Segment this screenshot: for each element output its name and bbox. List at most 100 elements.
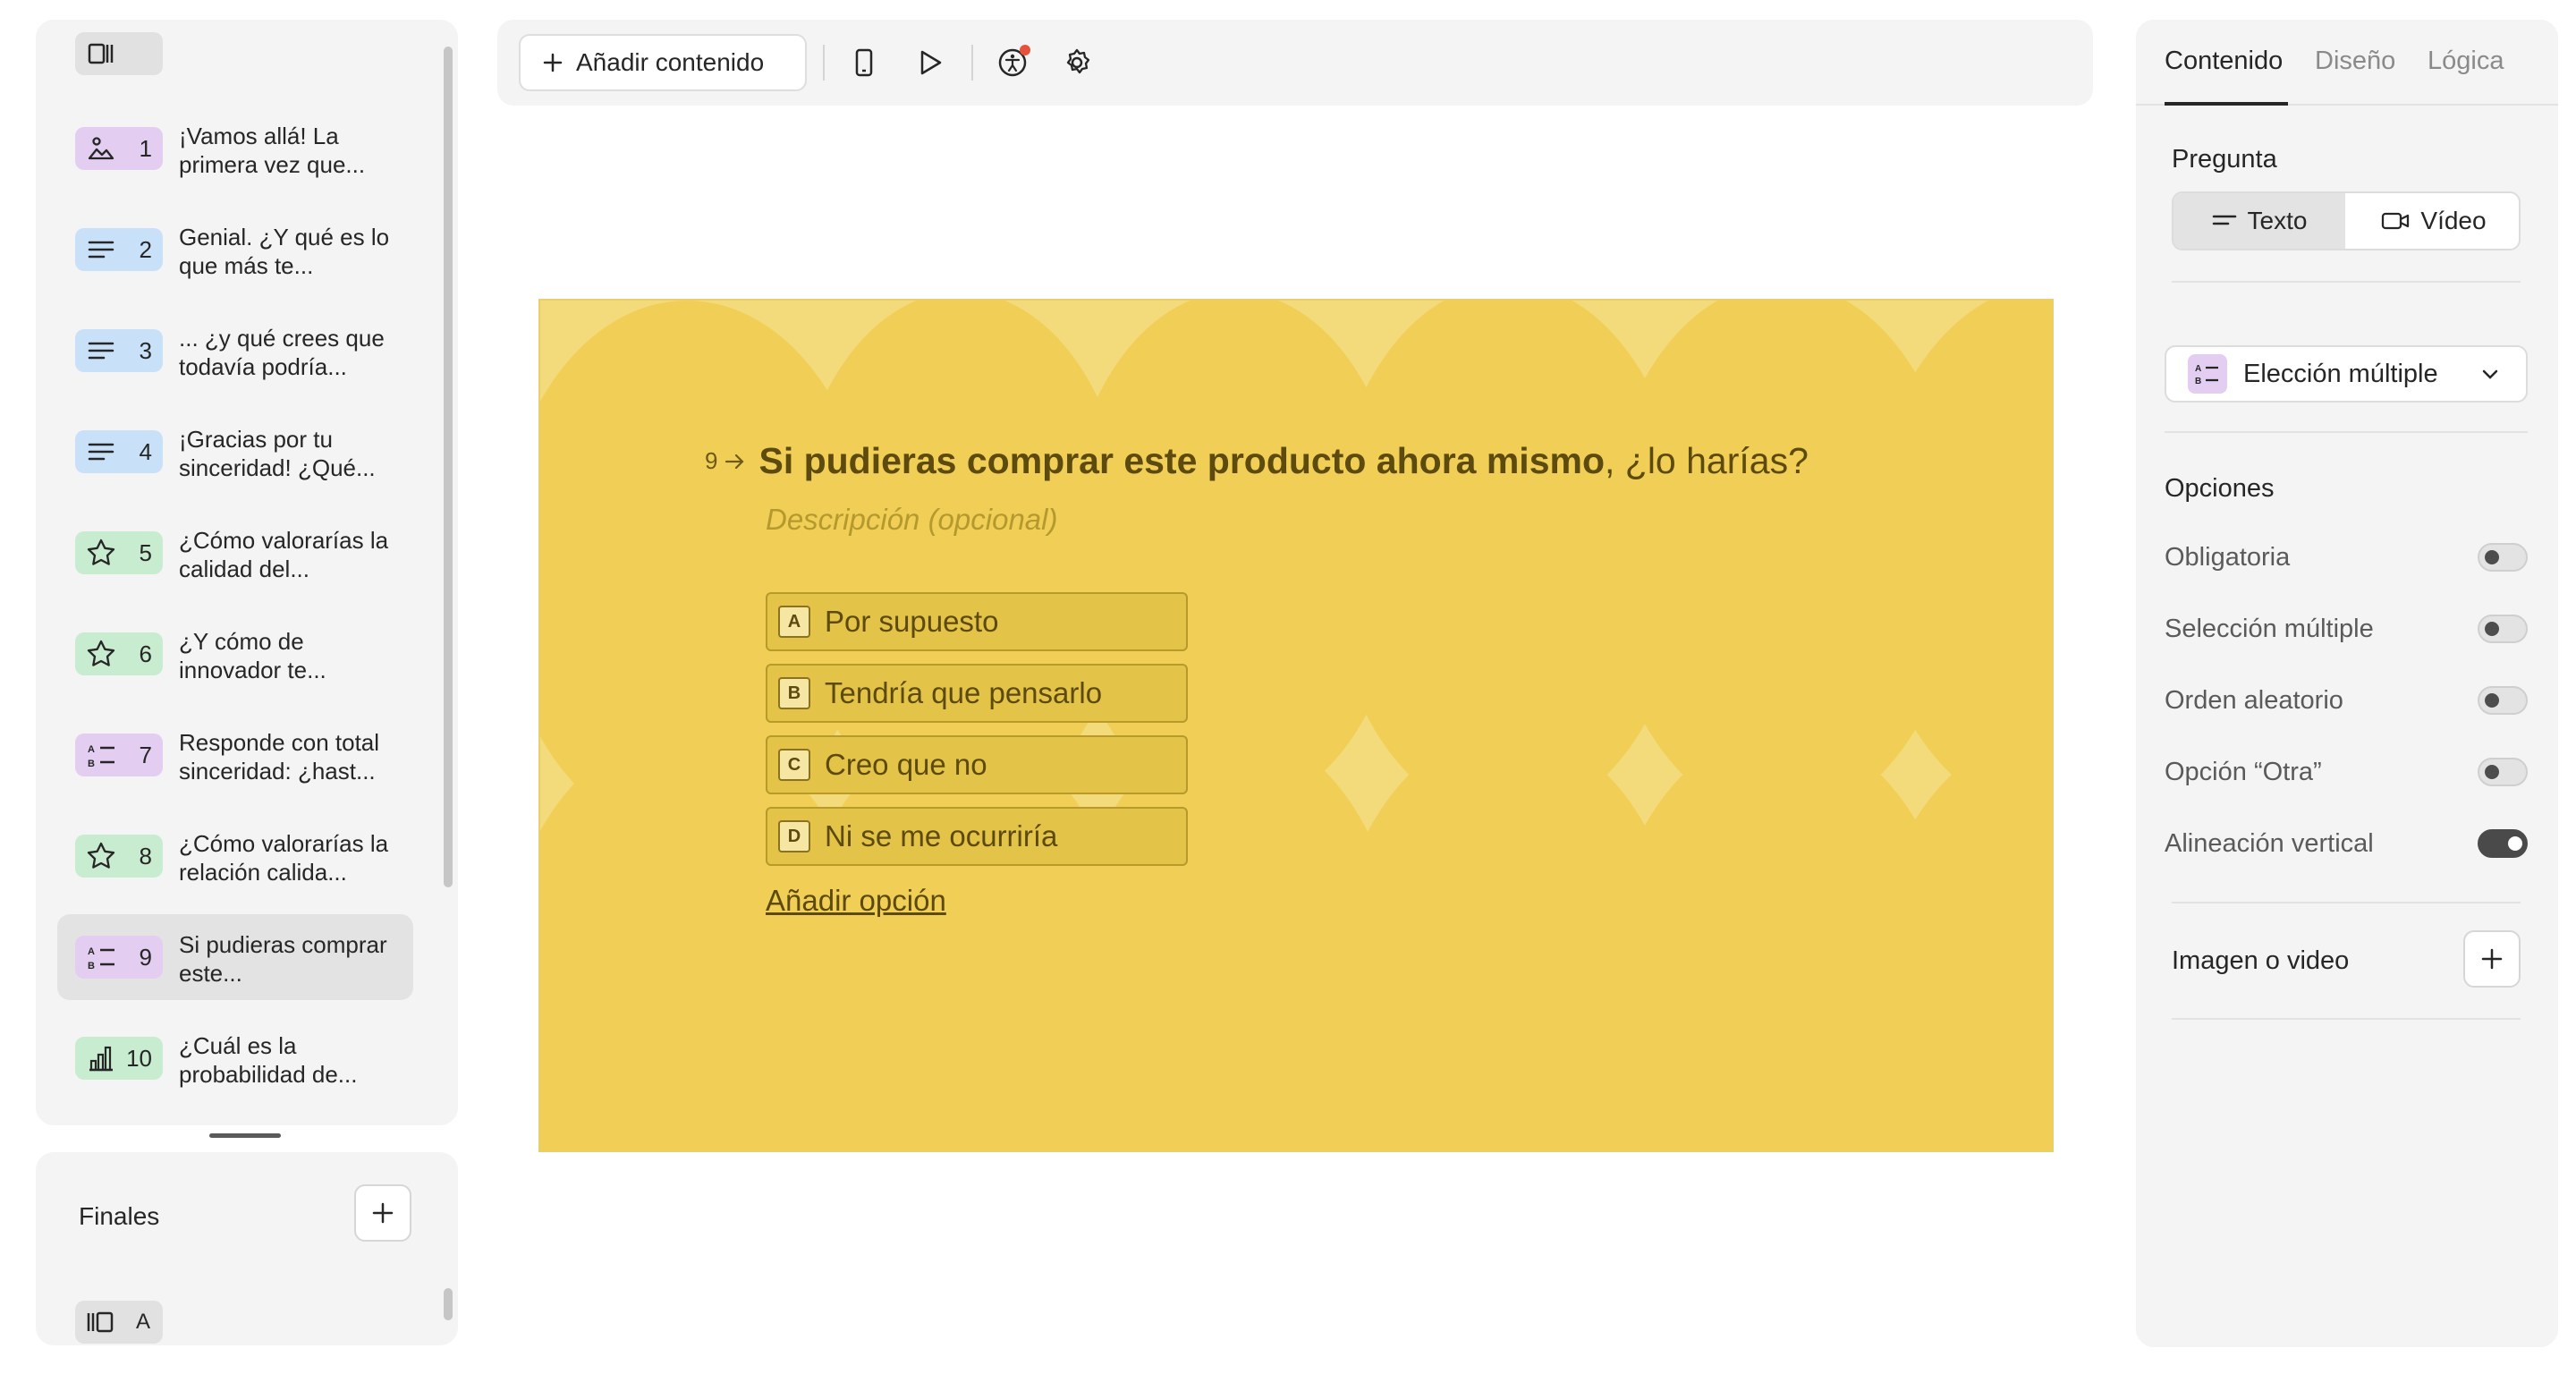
question-title-rest: , ¿lo harías? (1605, 440, 1809, 481)
sidebar-question-4[interactable]: 4 ¡Gracias por tu sinceridad! ¿Qué... (57, 409, 413, 495)
option-label: Obligatoria (2165, 542, 2291, 572)
option-label: Selección múltiple (2165, 614, 2374, 643)
plus-icon (2481, 948, 2503, 970)
sidebar-question-9[interactable]: A B 9 Si pudieras comprar este... (57, 914, 413, 1000)
question-number: 1 (139, 134, 152, 162)
question-number: 6 (139, 640, 152, 667)
sidebar-question-1[interactable]: 1 ¡Vamos allá! La primera vez que... (57, 106, 413, 191)
accessibility-button[interactable] (993, 43, 1032, 82)
sidebar-question-2[interactable]: 2 Genial. ¿Y qué es lo que más te... (57, 207, 413, 293)
sidebar-question-11[interactable]: 11¿Cuál es la probabilidad de... (57, 1116, 413, 1125)
svg-text:A: A (88, 744, 95, 755)
sidebar-question-3[interactable]: 3 ... ¿y qué crees que todavía podría... (57, 308, 413, 394)
question-title[interactable]: Si pudieras comprar este producto ahora … (758, 440, 1808, 482)
choice-option-c[interactable]: C Creo que no (766, 735, 1188, 794)
welcome-screen-item[interactable] (75, 32, 163, 75)
question-type-badge: 10 (75, 1037, 163, 1080)
question-type-badge: 2 (75, 228, 163, 271)
text-option[interactable]: Texto (2174, 193, 2345, 249)
add-content-button[interactable]: Añadir contenido (519, 34, 807, 91)
question-number-value: 9 (705, 447, 718, 474)
question-type-badge: 6 (75, 632, 163, 675)
gear-icon (1066, 48, 1090, 74)
option-toggle[interactable] (2478, 829, 2528, 858)
choice-option-d[interactable]: D Ni se me ocurriría (766, 807, 1188, 866)
svg-text:B: B (88, 961, 95, 971)
mobile-preview-button[interactable] (844, 43, 884, 82)
option-toggle[interactable] (2478, 615, 2528, 643)
question-preview-text: ¿Cómo valorarías la calidad del... (179, 527, 389, 582)
sidebar-question-6[interactable]: 6 ¿Y cómo de innovador te... (57, 611, 413, 697)
question-canvas: 9 Si pudieras comprar este producto ahor… (538, 299, 2054, 1152)
sidebar-question-10[interactable]: 10 ¿Cuál es la probabilidad de... (57, 1015, 413, 1101)
panel-resize-handle[interactable] (209, 1133, 281, 1138)
star-icon (86, 639, 116, 669)
sidebar-question-7[interactable]: A B 7 Responde con total sinceridad: ¿hast.… (57, 712, 413, 798)
option-row: Selección múltiple (2165, 606, 2528, 651)
question-number: 7 (139, 741, 152, 768)
long-text-icon (86, 437, 116, 467)
block-type-value: Elección múltiple (2243, 359, 2438, 388)
option-row: Obligatoria (2165, 535, 2528, 580)
active-tab-indicator (2165, 102, 2288, 106)
question-type-badge: 4 (75, 430, 163, 473)
bar-chart-icon (86, 1043, 116, 1073)
endings-panel: Finales A (36, 1152, 458, 1345)
option-row: Orden aleatorio (2165, 678, 2528, 723)
option-toggle[interactable] (2478, 686, 2528, 715)
question-list-scrollbar[interactable] (444, 47, 453, 887)
multiple-choice-icon: AB (86, 740, 116, 770)
endings-scrollbar[interactable] (444, 1288, 453, 1320)
add-media-button[interactable] (2463, 930, 2521, 988)
choice-label: Ni se me ocurriría (825, 819, 1058, 852)
description-input[interactable]: Descripción (opcional) (766, 503, 1057, 537)
plus-icon (372, 1202, 394, 1224)
question-preview-text: ... ¿y qué crees que todavía podría... (179, 325, 385, 380)
block-type-select[interactable]: AB Elección múltiple (2165, 345, 2528, 403)
section-divider (2172, 1018, 2521, 1020)
question-title-bold: Si pudieras comprar este producto ahora … (758, 440, 1605, 481)
add-content-label: Añadir contenido (576, 48, 765, 76)
question-number: 8 (139, 842, 152, 869)
choice-option-b[interactable]: B Tendría que pensarlo (766, 664, 1188, 723)
tab-logic[interactable]: Lógica (2428, 47, 2504, 76)
option-toggle[interactable] (2478, 543, 2528, 572)
choice-option-a[interactable]: A Por supuesto (766, 592, 1188, 651)
question-number: 5 (139, 539, 152, 566)
question-preview-text: ¡Gracias por tu sinceridad! ¿Qué... (179, 426, 376, 481)
add-option-link[interactable]: Añadir opción (766, 884, 946, 918)
choice-key: D (778, 820, 810, 852)
options-section-label: Opciones (2165, 474, 2275, 503)
question-number: 10 (126, 1044, 152, 1072)
svg-text:B: B (88, 759, 95, 769)
add-ending-button[interactable] (354, 1184, 411, 1242)
question-number: 3 (139, 336, 152, 364)
svg-text:A: A (88, 946, 95, 957)
question-preview-text: ¿Y cómo de innovador te... (179, 628, 326, 683)
editor-toolbar: Añadir contenido (497, 20, 2093, 106)
long-text-icon (86, 335, 116, 366)
video-option-label: Vídeo (2420, 207, 2487, 234)
section-divider (2172, 902, 2521, 903)
sidebar-question-5[interactable]: 5 ¿Cómo valorarías la calidad del... (57, 510, 413, 596)
question-type-toggle: Texto Vídeo (2172, 191, 2521, 250)
tab-content[interactable]: Contenido (2165, 47, 2283, 76)
sidebar-question-8[interactable]: 8 ¿Cómo valorarías la relación calida... (57, 813, 413, 899)
section-divider (2172, 281, 2521, 283)
choice-label: Por supuesto (825, 605, 999, 638)
background-pattern (540, 301, 2052, 1150)
question-type-badge: 3 (75, 329, 163, 372)
mobile-icon (855, 48, 873, 77)
option-toggle[interactable] (2478, 758, 2528, 786)
notification-dot (1020, 45, 1030, 55)
choice-key: B (778, 677, 810, 709)
video-option[interactable]: Vídeo (2347, 193, 2519, 249)
choice-key: A (778, 606, 810, 638)
ending-item[interactable]: A (75, 1301, 163, 1344)
question-heading: 9 Si pudieras comprar este producto ahor… (705, 440, 1809, 482)
preview-play-button[interactable] (911, 43, 950, 82)
tab-design[interactable]: Diseño (2315, 47, 2395, 76)
option-label: Orden aleatorio (2165, 685, 2343, 715)
settings-button[interactable] (1057, 43, 1097, 82)
question-preview-text: ¡Vamos allá! La primera vez que... (179, 123, 366, 178)
